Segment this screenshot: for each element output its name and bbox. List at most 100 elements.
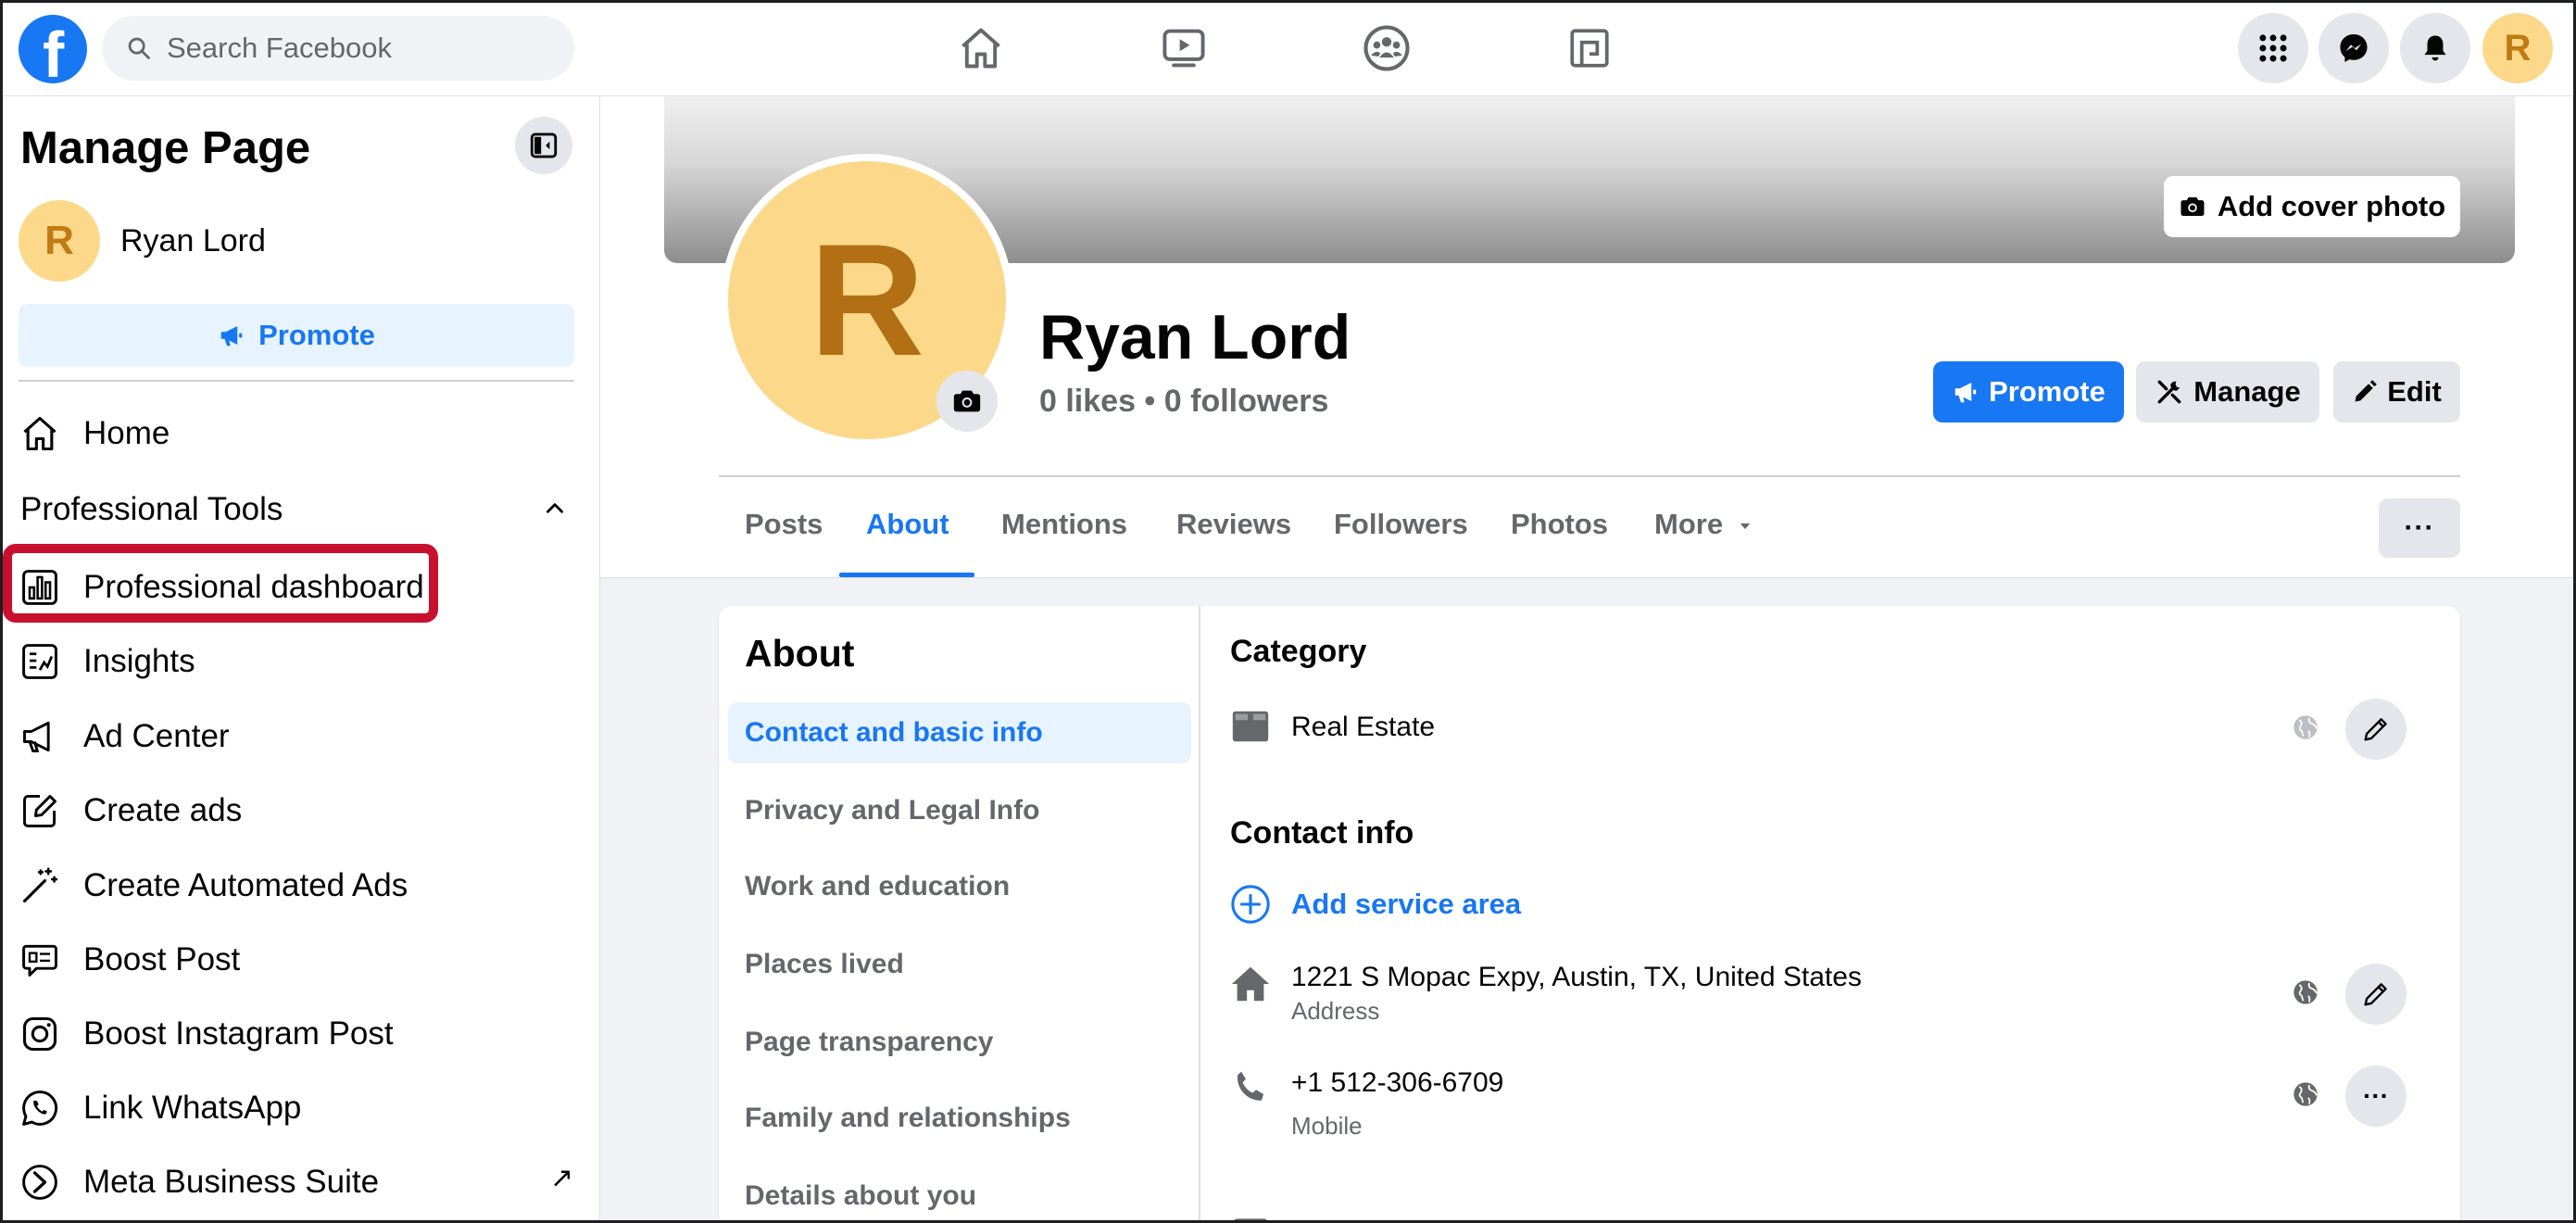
page-title: Ryan Lord (1039, 302, 1351, 372)
sidebar-item-label: Home (83, 415, 170, 451)
sidebar-promote-button[interactable]: Promote (19, 304, 574, 367)
megaphone-icon (1954, 383, 1977, 403)
external-link-icon[interactable]: ↗ (550, 1162, 573, 1194)
chevron-up-icon[interactable] (543, 497, 567, 525)
about-nav-details-about-you[interactable]: Details about you (728, 1166, 1191, 1223)
promote-button[interactable]: Promote (1933, 361, 2124, 422)
category-heading: Category (1230, 634, 1367, 669)
edit-square-icon (17, 788, 63, 834)
address-label: Address (1291, 997, 1380, 1025)
edit-button[interactable]: Edit (2333, 361, 2460, 422)
tab-mentions[interactable]: Mentions (1001, 508, 1127, 541)
avatar: R (19, 200, 100, 282)
megaphone-icon (220, 326, 243, 347)
tab-more[interactable]: More (1654, 508, 1753, 541)
sidebar-item-create-automated-ads[interactable]: Create Automated Ads (17, 858, 408, 914)
edit-category-button[interactable] (2345, 699, 2406, 760)
sidebar-item-boost-post[interactable]: Boost Post (17, 932, 240, 988)
boost-post-icon (17, 937, 63, 983)
sidebar-promote-label: Promote (258, 319, 375, 351)
sidebar-page-profile[interactable]: R Ryan Lord (19, 200, 266, 282)
active-tab-indicator (839, 573, 974, 577)
about-nav-panel: About Contact and basic info Privacy and… (719, 606, 1200, 1223)
menu-grid-icon[interactable] (2238, 13, 2308, 83)
collapse-sidebar-icon[interactable] (515, 117, 572, 174)
sidebar-item-link-whatsapp[interactable]: Link WhatsApp (17, 1080, 301, 1136)
pencil-icon (2355, 380, 2378, 402)
sidebar-item-create-ads[interactable]: Create ads (17, 783, 242, 838)
account-avatar[interactable]: R (2482, 13, 2553, 83)
phone-value: +1 512-306-6709 (1291, 1067, 1504, 1098)
insights-icon (17, 638, 63, 685)
watch-icon[interactable] (1156, 20, 1212, 76)
about-nav-family-relationships[interactable]: Family and relationships (728, 1088, 1191, 1149)
tab-posts[interactable]: Posts (745, 508, 823, 541)
partial-row-icon (1228, 1210, 1273, 1223)
category-folder-icon (1228, 704, 1273, 749)
manage-button[interactable]: Manage (2136, 361, 2319, 422)
likes-followers-count[interactable]: 0 likes • 0 followers (1039, 384, 1328, 420)
profile-more-options-button[interactable]: ··· (2379, 498, 2460, 558)
about-nav-work-education[interactable]: Work and education (728, 856, 1191, 917)
globe-icon (2290, 712, 2321, 743)
manage-page-sidebar: Manage Page R Ryan Lord Promote Home Pro… (0, 96, 600, 1223)
phone-more-options-button[interactable]: ··· (2345, 1065, 2406, 1127)
sidebar-item-label: Ad Center (83, 718, 230, 754)
about-card: About Contact and basic info Privacy and… (719, 606, 2460, 1223)
facebook-logo-icon[interactable]: f (19, 15, 87, 87)
about-nav-page-transparency[interactable]: Page transparency (728, 1012, 1191, 1073)
sidebar-item-label: Create ads (83, 792, 243, 828)
gaming-icon[interactable] (1562, 20, 1617, 76)
pencil-outline-icon (2364, 718, 2387, 741)
instagram-icon (17, 1011, 63, 1057)
meta-business-icon (17, 1159, 63, 1205)
add-service-area-link[interactable]: Add service area (1291, 888, 1521, 921)
sidebar-page-name: Ryan Lord (120, 222, 266, 258)
sidebar-title: Manage Page (20, 123, 311, 173)
search-icon (128, 37, 150, 59)
sidebar-item-label: Link WhatsApp (83, 1090, 302, 1126)
edit-address-button[interactable] (2345, 964, 2406, 1025)
sidebar-item-label: Boost Instagram Post (83, 1015, 394, 1052)
magic-wand-icon (17, 863, 63, 909)
whatsapp-icon (17, 1085, 63, 1131)
tools-icon (2157, 380, 2181, 404)
home-icon[interactable] (953, 20, 1009, 76)
about-title: About (745, 632, 855, 675)
home-outline-icon (17, 410, 63, 457)
tab-reviews[interactable]: Reviews (1176, 508, 1291, 541)
tab-about[interactable]: About (866, 508, 949, 541)
contact-info-heading: Contact info (1230, 815, 1414, 851)
sidebar-item-insights[interactable]: Insights (17, 634, 195, 689)
sidebar-item-ad-center[interactable]: Ad Center (17, 709, 230, 764)
add-cover-photo-button[interactable]: Add cover photo (2164, 176, 2460, 237)
phone-label: Mobile (1291, 1112, 1363, 1140)
top-navigation-bar: f R (0, 0, 2576, 96)
edit-label: Edit (2387, 375, 2442, 408)
sidebar-item-home[interactable]: Home (17, 406, 170, 461)
add-circle-icon[interactable] (1228, 882, 1273, 927)
about-nav-contact-basic-info[interactable]: Contact and basic info (728, 702, 1191, 763)
sidebar-divider (19, 380, 574, 382)
sidebar-item-boost-instagram-post[interactable]: Boost Instagram Post (17, 1006, 394, 1062)
notifications-icon[interactable] (2400, 13, 2470, 83)
caret-down-icon (1740, 523, 1750, 529)
globe-icon (2290, 977, 2321, 1008)
tab-photos[interactable]: Photos (1511, 508, 1608, 541)
about-nav-places-lived[interactable]: Places lived (728, 934, 1191, 995)
sidebar-item-label: Create Automated Ads (83, 867, 408, 903)
sidebar-item-label: Boost Post (83, 941, 241, 977)
about-nav-privacy-legal[interactable]: Privacy and Legal Info (728, 780, 1191, 841)
messenger-icon[interactable] (2318, 13, 2389, 83)
megaphone-outline-icon (17, 713, 63, 760)
tab-more-label: More (1654, 508, 1724, 540)
groups-icon[interactable] (1359, 20, 1414, 76)
sidebar-item-meta-business-suite[interactable]: Meta Business Suite (17, 1154, 379, 1210)
phone-icon (1228, 1065, 1273, 1110)
tabs-divider (719, 475, 2460, 477)
search-input[interactable] (167, 32, 556, 65)
search-box[interactable] (102, 16, 574, 81)
profile-camera-icon[interactable] (936, 371, 998, 432)
tab-followers[interactable]: Followers (1334, 508, 1468, 541)
manage-label: Manage (2193, 375, 2301, 408)
